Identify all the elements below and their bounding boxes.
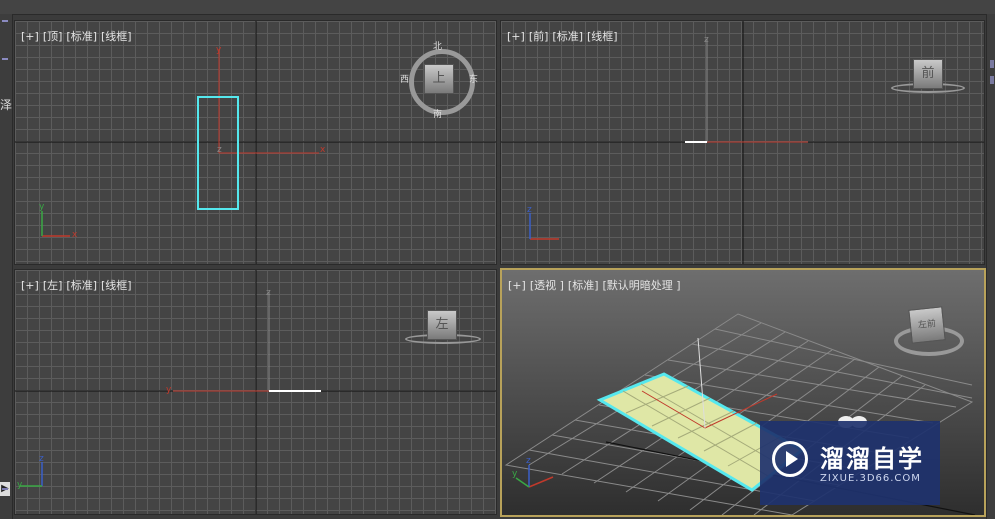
panel-tab-label[interactable]: 泽 xyxy=(0,96,12,113)
gizmo-y-label: y xyxy=(39,202,45,212)
viewport-plus-menu[interactable]: [+] xyxy=(507,30,525,43)
viewport-label: [+] [顶] [标准] [线框] xyxy=(21,28,136,44)
viewport-view-menu[interactable]: [透视 ] xyxy=(530,279,564,292)
watermark-logo: 溜溜自学 ZIXUE.3D66.COM xyxy=(760,421,940,505)
left-command-strip: 泽 ▶ xyxy=(0,14,13,519)
viewport-view-menu[interactable]: [左] xyxy=(43,279,63,292)
viewport-plus-menu[interactable]: [+] xyxy=(21,30,39,43)
gizmo-x-label: x xyxy=(72,230,78,240)
pivot-z-label: z xyxy=(266,288,271,298)
compass-north[interactable]: 北 xyxy=(433,39,442,52)
viewport-label: [+] [左] [标准] [线框] xyxy=(21,277,136,293)
viewport-mode-menu[interactable]: [标准] xyxy=(66,30,97,43)
pivot-y-label: y xyxy=(166,385,172,395)
viewcube-face[interactable]: 左 xyxy=(427,310,457,340)
gizmo-y-label: y xyxy=(512,469,518,479)
top-toolbar xyxy=(0,0,995,15)
strip-marker xyxy=(2,488,8,490)
viewcube-left[interactable]: 左 xyxy=(403,306,483,350)
viewport-shading-menu[interactable]: [线框] xyxy=(101,30,132,43)
watermark-title: 溜溜自学 xyxy=(820,445,924,473)
strip-marker xyxy=(2,58,8,60)
viewport-front[interactable]: [+] [前] [标准] [线框] z z 前 xyxy=(500,20,985,265)
viewport-shading-menu[interactable]: [线框] xyxy=(587,30,618,43)
viewcube-front[interactable]: 前 xyxy=(887,57,967,101)
viewport-shading-menu[interactable]: [线框] xyxy=(101,279,132,292)
viewcube-face[interactable]: 前 xyxy=(913,59,943,89)
gizmo-z-label: z xyxy=(526,456,531,466)
gizmo-y-label: y xyxy=(17,480,23,490)
right-scroll-strip[interactable] xyxy=(986,14,995,519)
pivot-x-label: x xyxy=(320,145,326,155)
play-logo-icon xyxy=(772,441,808,477)
pivot-y-label: y xyxy=(216,45,222,55)
compass-south[interactable]: 南 xyxy=(433,107,442,120)
compass-east[interactable]: 东 xyxy=(469,72,478,85)
viewport-plus-menu[interactable]: [+] xyxy=(21,279,39,292)
viewport-label: [+] [透视 ] [标准] [默认明暗处理 ] xyxy=(508,277,685,293)
scroll-tick xyxy=(990,76,994,84)
gizmo-z-label: z xyxy=(527,205,532,215)
viewport-label: [+] [前] [标准] [线框] xyxy=(507,28,622,44)
pivot-z-label: z xyxy=(217,145,222,155)
viewcube-face[interactable]: 左前 xyxy=(908,306,946,344)
gizmo-z-label: z xyxy=(39,454,44,464)
pivot-z-label: z xyxy=(704,35,709,45)
viewcube-perspective[interactable]: 左前 xyxy=(892,302,968,364)
viewport-mode-menu[interactable]: [标准] xyxy=(552,30,583,43)
strip-marker xyxy=(2,20,8,22)
viewport-view-menu[interactable]: [顶] xyxy=(43,30,63,43)
viewport-shading-menu[interactable]: [默认明暗处理 ] xyxy=(603,279,681,292)
viewcube-face[interactable]: 上 xyxy=(424,64,454,94)
compass-west[interactable]: 西 xyxy=(400,72,409,85)
viewport-top[interactable]: [+] [顶] [标准] [线框] x y z x y 上 北 南 东 西 xyxy=(14,20,497,265)
viewport-mode-menu[interactable]: [标准] xyxy=(66,279,97,292)
viewport-view-menu[interactable]: [前] xyxy=(529,30,549,43)
viewport-left[interactable]: [+] [左] [标准] [线框] y z z y 左 xyxy=(14,269,497,515)
viewport-plus-menu[interactable]: [+] xyxy=(508,279,526,292)
viewcube-top[interactable]: 上 北 南 东 西 xyxy=(400,39,479,120)
scroll-tick xyxy=(990,60,994,68)
viewport-mode-menu[interactable]: [标准] xyxy=(568,279,599,292)
watermark-url: ZIXUE.3D66.COM xyxy=(820,473,921,484)
